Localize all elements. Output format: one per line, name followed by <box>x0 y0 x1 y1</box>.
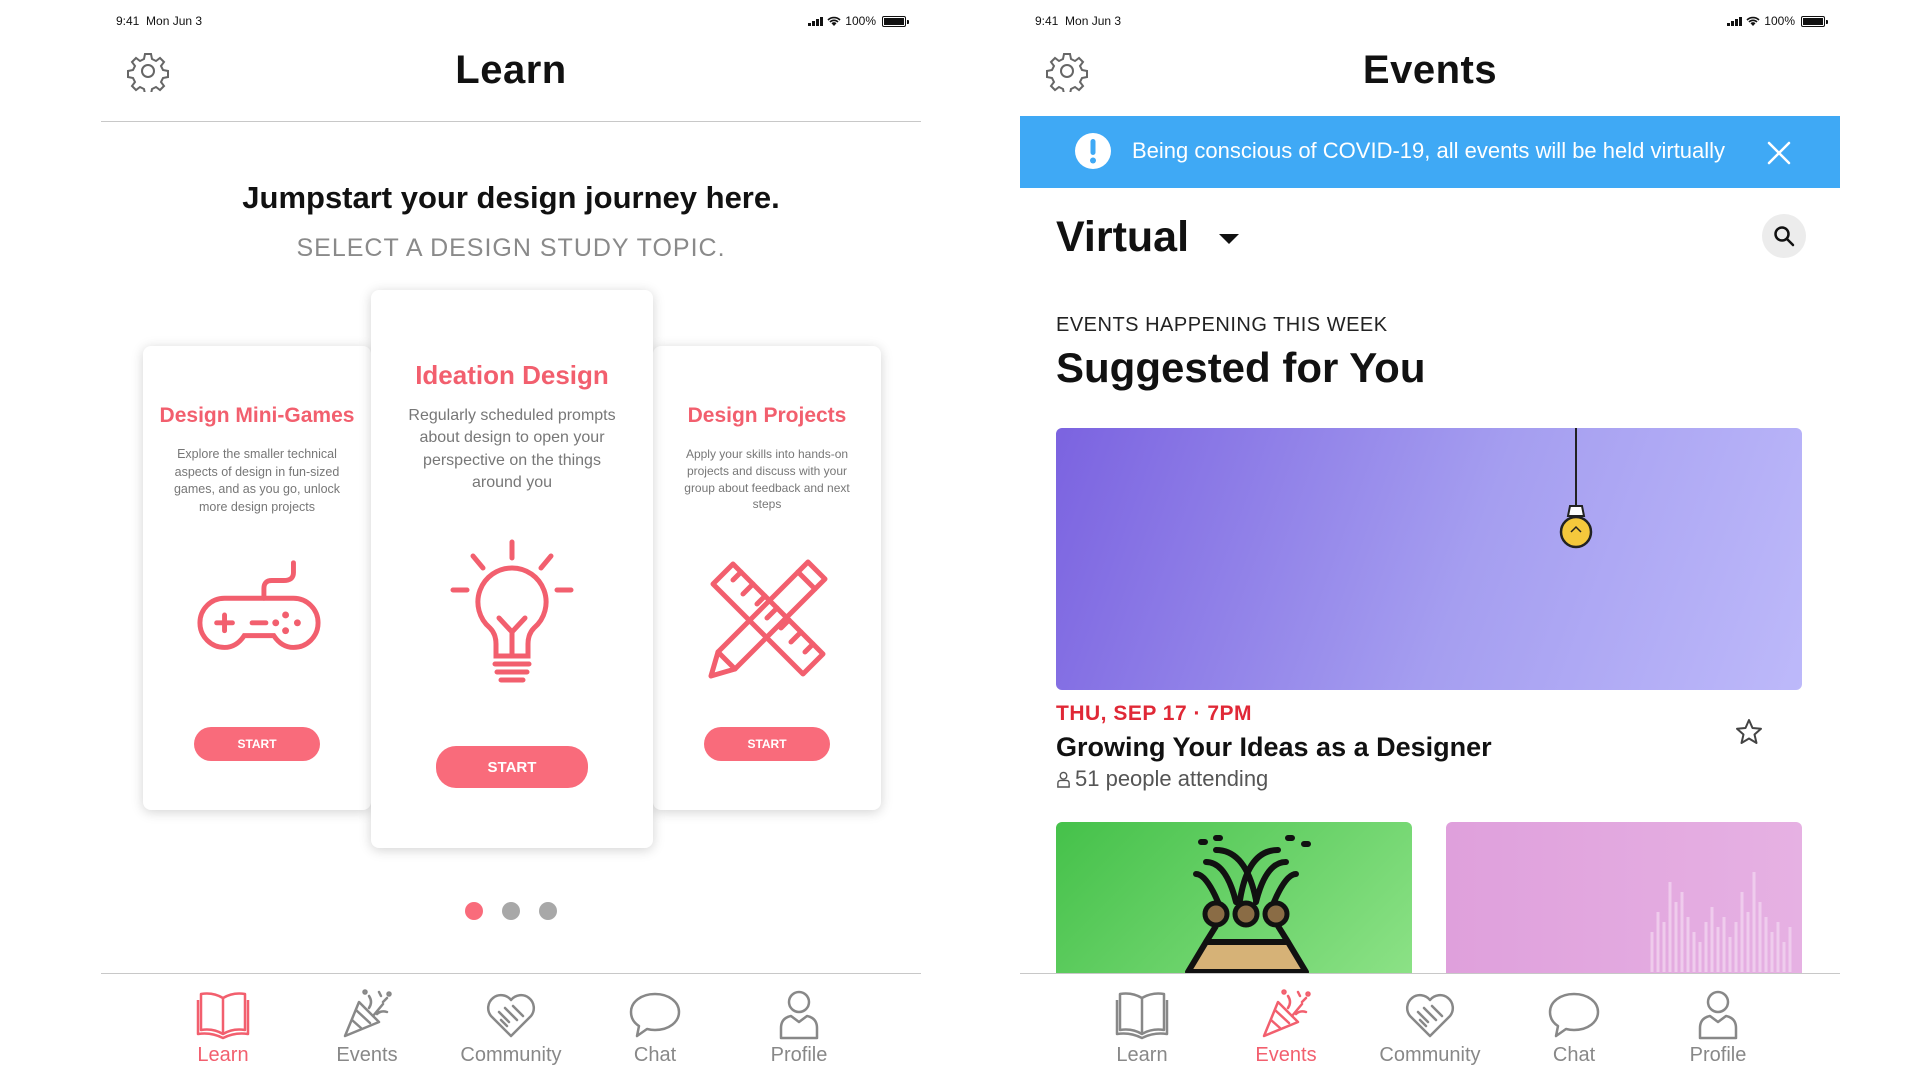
subtagline: SELECT A DESIGN STUDY TOPIC. <box>296 234 726 262</box>
battery-icon <box>882 15 909 27</box>
page-title: Events <box>1362 48 1498 92</box>
tab-chat[interactable]: Chat <box>595 988 715 1078</box>
start-button[interactable]: START <box>194 727 320 761</box>
card-title: Ideation Design <box>415 360 609 390</box>
carousel-pagination <box>101 902 921 920</box>
box-ideas-illustration <box>1185 835 1311 975</box>
card-title: Design Projects <box>687 404 847 427</box>
status-indicators: 100% <box>1727 14 1828 28</box>
status-indicators: 100% <box>808 14 909 28</box>
nav-header: Events <box>1020 38 1840 100</box>
section-title: Suggested for You <box>1056 344 1426 391</box>
section-kicker: EVENTS HAPPENING THIS WEEK <box>1056 314 1388 336</box>
status-time: 9:41 Mon Jun 3 <box>1035 14 1122 28</box>
tab-community[interactable]: Community <box>451 988 571 1078</box>
event-thumbnail[interactable] <box>1056 822 1412 982</box>
events-screen: 9:41 Mon Jun 3 100% Events Being conscio… <box>1020 0 1840 1080</box>
tab-label: Community <box>460 1044 562 1066</box>
tagline: Jumpstart your design journey here. <box>242 180 780 215</box>
tab-label: Profile <box>770 1044 828 1066</box>
card-description: Explore the smaller technical aspects of… <box>173 447 341 514</box>
status-bar: 9:41 Mon Jun 3 100% <box>116 14 909 30</box>
tab-bar: Learn Events Community Chat Profile <box>1020 988 1840 1078</box>
tab-events[interactable]: Events <box>307 988 427 1078</box>
header-divider <box>101 121 921 122</box>
star-icon[interactable] <box>1734 717 1764 747</box>
event-date: THU, SEP 17 · 7PM <box>1056 702 1253 725</box>
pencil-ruler-icon <box>708 559 828 679</box>
event-thumbnail[interactable] <box>1446 822 1802 982</box>
person-icon <box>779 990 819 1040</box>
pagination-dot[interactable] <box>539 902 557 920</box>
chat-bubble-icon <box>1548 992 1600 1038</box>
pagination-dot-active[interactable] <box>465 902 483 920</box>
book-icon <box>196 992 250 1040</box>
topic-card-ideation[interactable]: Ideation Design Regularly scheduled prom… <box>371 290 653 848</box>
start-button[interactable]: START <box>436 746 588 788</box>
event-attendance: 51 people attending <box>1056 766 1268 792</box>
battery-icon <box>1801 15 1828 27</box>
hanging-lightbulb-icon <box>1559 428 1593 549</box>
tab-community[interactable]: Community <box>1370 988 1490 1078</box>
event-title[interactable]: Growing Your Ideas as a Designer <box>1056 732 1492 763</box>
alert-icon <box>1075 133 1111 169</box>
pagination-dot[interactable] <box>502 902 520 920</box>
search-button[interactable] <box>1762 214 1806 258</box>
signal-icon <box>808 16 824 26</box>
covid-banner: Being conscious of COVID-19, all events … <box>1020 116 1840 188</box>
wifi-icon <box>1746 16 1760 26</box>
card-title: Design Mini-Games <box>159 404 355 427</box>
start-button[interactable]: START <box>704 727 830 761</box>
topic-card-design-projects[interactable]: Design Projects Apply your skills into h… <box>653 346 881 810</box>
person-small-icon <box>1057 771 1070 788</box>
tab-bar: Learn Events Community Chat Profile <box>101 988 921 1078</box>
sound-wave-illustration <box>1650 872 1792 972</box>
tab-label: Chat <box>633 1044 677 1066</box>
tab-label: Events <box>336 1044 398 1066</box>
tab-label: Profile <box>1689 1044 1747 1066</box>
tab-label: Events <box>1255 1044 1317 1066</box>
lightbulb-icon <box>450 539 574 683</box>
filter-dropdown[interactable]: Virtual <box>1056 213 1189 262</box>
tab-profile[interactable]: Profile <box>739 988 859 1078</box>
nav-header: Learn <box>101 38 921 100</box>
tab-label: Learn <box>1116 1044 1168 1066</box>
party-popper-icon <box>343 989 392 1038</box>
tabbar-divider <box>1020 973 1840 974</box>
party-popper-icon <box>1262 989 1311 1038</box>
battery-percent: 100% <box>845 14 876 28</box>
battery-percent: 100% <box>1764 14 1795 28</box>
tab-events[interactable]: Events <box>1226 988 1346 1078</box>
search-icon <box>1774 226 1795 247</box>
page-title: Learn <box>455 48 567 92</box>
banner-text: Being conscious of COVID-19, all events … <box>1132 138 1726 163</box>
handshake-heart-icon <box>1405 993 1455 1038</box>
caret-down-icon[interactable] <box>1216 228 1242 248</box>
tab-learn[interactable]: Learn <box>163 988 283 1078</box>
attendance-count: 51 people attending <box>1075 766 1269 791</box>
handshake-heart-icon <box>486 993 536 1038</box>
featured-event-image[interactable] <box>1056 428 1802 690</box>
topic-card-mini-games[interactable]: Design Mini-Games Explore the smaller te… <box>143 346 371 810</box>
tab-label: Community <box>1379 1044 1481 1066</box>
gamepad-icon <box>197 560 321 650</box>
status-time: 9:41 Mon Jun 3 <box>116 14 203 28</box>
tab-profile[interactable]: Profile <box>1658 988 1778 1078</box>
learn-screen: 9:41 Mon Jun 3 100% Learn Jumpstart your… <box>101 0 921 1080</box>
chat-bubble-icon <box>629 992 681 1038</box>
card-description: Regularly scheduled prompts about design… <box>408 407 616 492</box>
tab-chat[interactable]: Chat <box>1514 988 1634 1078</box>
book-icon <box>1115 992 1169 1040</box>
card-description: Apply your skills into hands-on projects… <box>684 447 850 512</box>
signal-icon <box>1727 16 1743 26</box>
tab-learn[interactable]: Learn <box>1082 988 1202 1078</box>
person-icon <box>1698 990 1738 1040</box>
tabbar-divider <box>101 973 921 974</box>
wifi-icon <box>827 16 841 26</box>
tab-label: Learn <box>197 1044 249 1066</box>
status-bar: 9:41 Mon Jun 3 100% <box>1035 14 1828 30</box>
close-icon[interactable] <box>1766 140 1792 166</box>
tab-label: Chat <box>1552 1044 1596 1066</box>
